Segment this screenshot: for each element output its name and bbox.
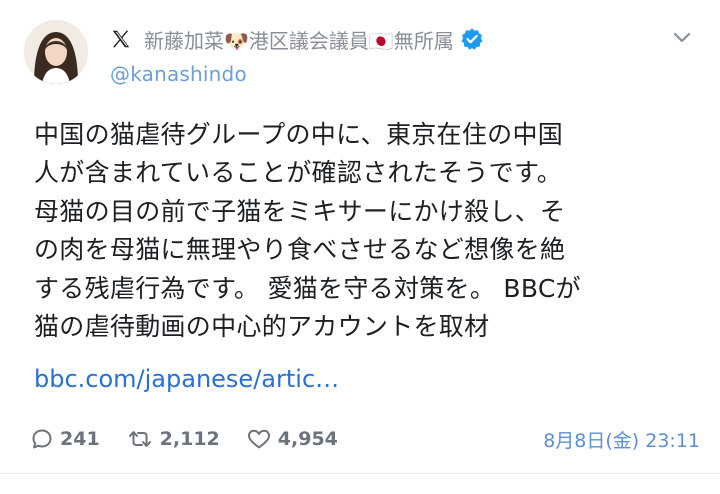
name-row: 新藤加菜🐶港区議会議員🇯🇵無所属 [110,22,660,56]
heart-icon [247,429,270,449]
like-button[interactable]: 4,954 [246,427,338,451]
like-count: 4,954 [277,428,338,450]
tweet-card: 新藤加菜🐶港区議会議員🇯🇵無所属 @kanashindo 中国の猫虐待グループの… [0,0,720,494]
author-header: 新藤加菜🐶港区議会議員🇯🇵無所属 @kanashindo [110,22,660,86]
author-handle[interactable]: @kanashindo [110,62,660,86]
verified-badge-icon [460,27,484,51]
reply-button[interactable]: 241 [30,427,100,451]
post-text-line: の肉を母猫に無理やり食べさせるなど想像を絶 [34,235,566,265]
post-timestamp[interactable]: 8月8日(金) 23:11 [543,426,700,453]
post-text-line: 母猫の目の前で子猫をミキサーにかけ殺し、そ [34,196,566,226]
reply-icon [32,429,52,449]
repost-count: 2,112 [159,428,220,450]
avatar[interactable] [24,20,88,84]
chevron-down-icon[interactable] [672,30,692,44]
post-text-line: 人が含まれていることが確認されたそうです。 [34,158,563,188]
divider [0,473,720,474]
post-text-line: 猫の虐待動画の中心的アカウントを取材 [34,312,490,342]
repost-icon [128,431,151,447]
reply-count: 241 [60,428,100,450]
author-display-name[interactable]: 新藤加菜🐶港区議会議員🇯🇵無所属 [144,25,454,54]
post-link[interactable]: bbc.com/japanese/artic… [34,365,339,393]
post-text-line: する残虐行為です。 愛猫を守る対策を。 BBCが [34,273,581,303]
avatar-photo [24,20,88,84]
post-text-line: 中国の猫虐待グループの中に、東京在住の中国 [34,120,564,149]
x-logo-icon [110,28,132,50]
post-text: 中国の猫虐待グループの中に、東京在住の中国 人が含まれていることが確認されたそう… [34,116,684,346]
repost-button[interactable]: 2,112 [126,427,220,451]
post-footer: 241 2,112 4,954 8月8日(金) 23:11 [30,424,700,454]
